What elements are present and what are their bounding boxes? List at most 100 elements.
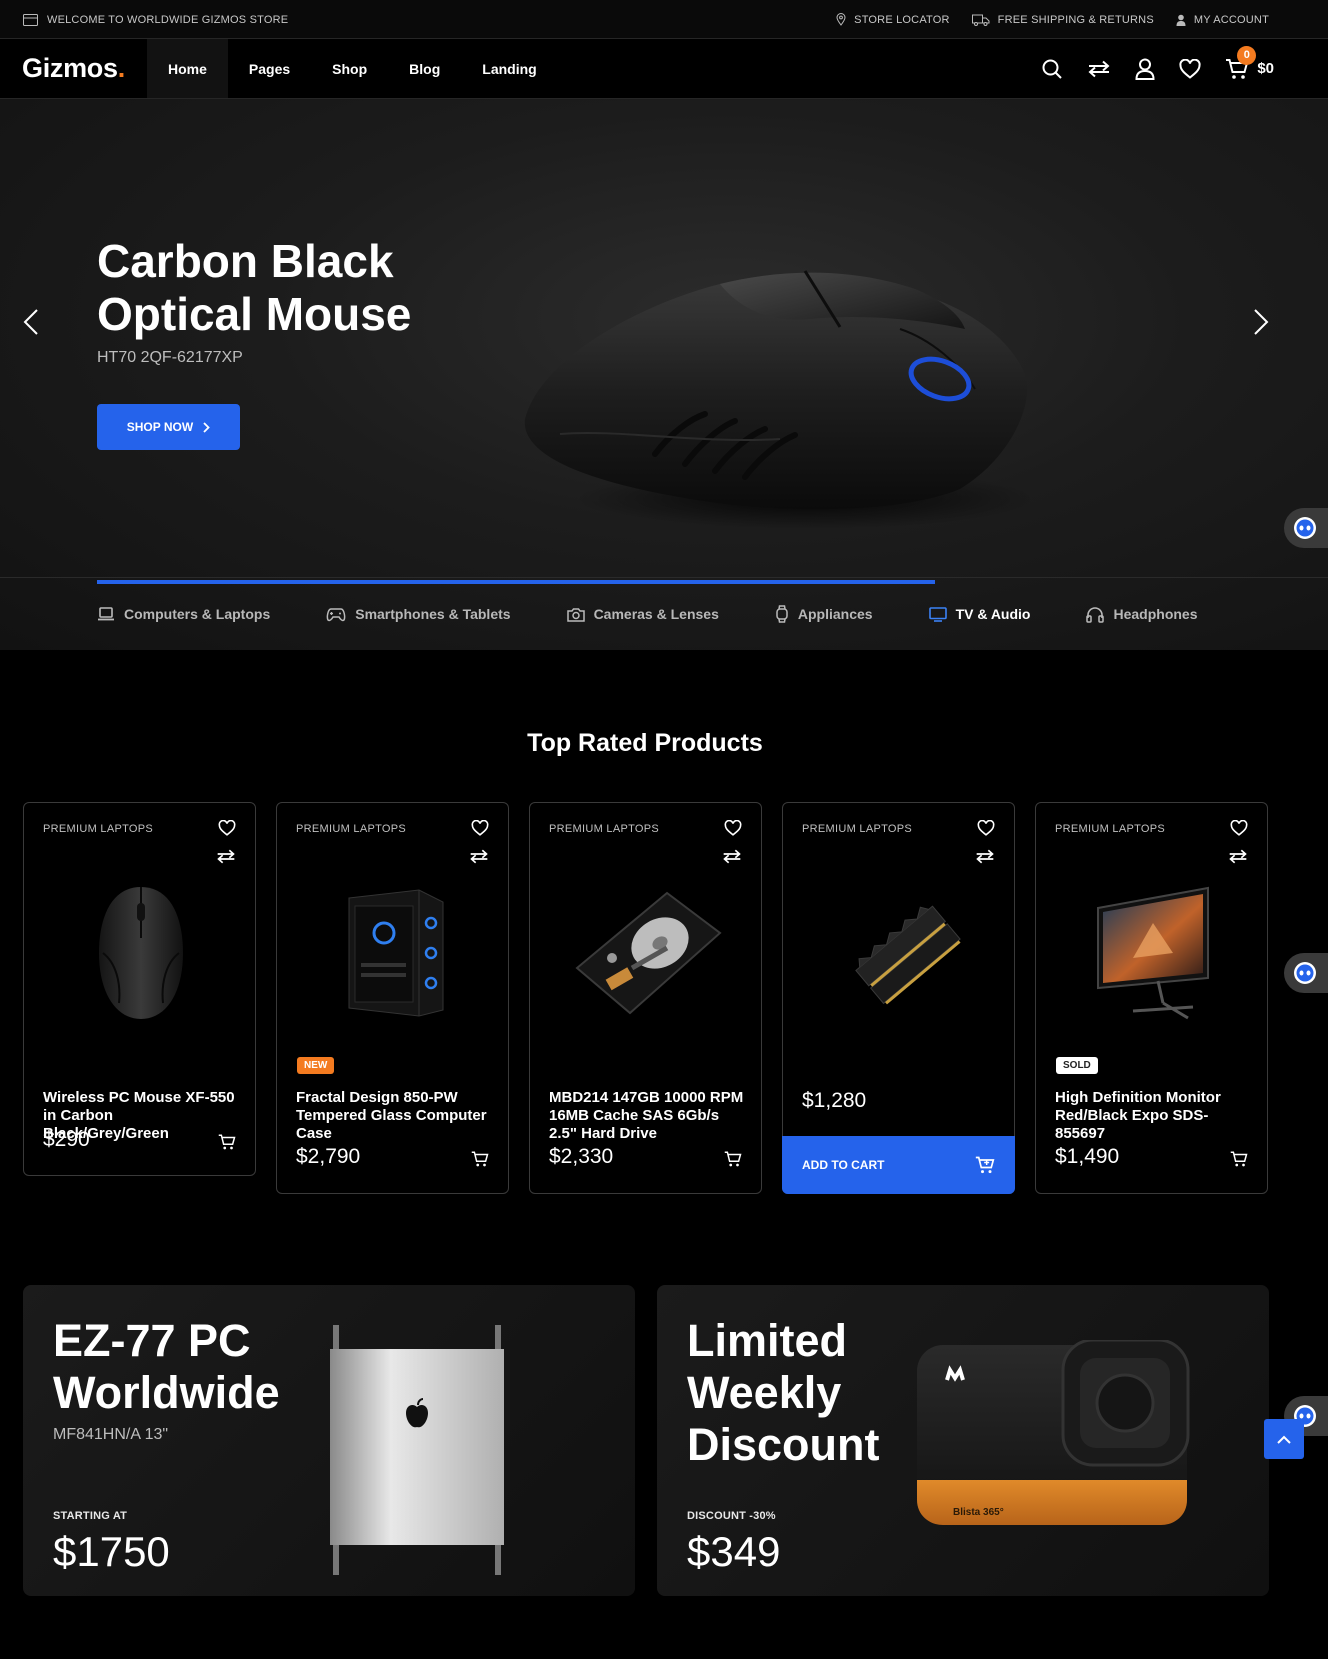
shop-now-button[interactable]: SHOP NOW [97, 404, 240, 450]
my-account-link[interactable]: MY ACCOUNT [1176, 14, 1269, 26]
product-card[interactable]: PREMIUM LAPTOPS MBD214 147GB 10000 RPM 1… [529, 802, 762, 1194]
add-to-cart-button[interactable]: ADD TO CART [782, 1136, 1015, 1194]
hero-slider: Carbon Black Optical Mouse HT70 2QF-6217… [0, 99, 1328, 650]
chevron-right-icon [203, 421, 210, 433]
compare-icon[interactable] [469, 849, 489, 864]
product-category: PREMIUM LAPTOPS [296, 823, 407, 835]
heart-icon[interactable] [1179, 58, 1201, 79]
nav-pages[interactable]: Pages [228, 39, 311, 98]
chat-bot-button[interactable] [1284, 953, 1328, 993]
promo-banner-discount[interactable]: Limited Weekly Discount DISCOUNT -30% $3… [657, 1285, 1269, 1596]
cart-plus-icon [975, 1155, 995, 1175]
camera-brand-text: Blista 365° [953, 1507, 1004, 1518]
shipping-link[interactable]: FREE SHIPPING & RETURNS [971, 13, 1154, 26]
banner-title: Limited Weekly Discount [687, 1315, 880, 1470]
product-card[interactable]: PREMIUM LAPTOPS Wireless PC Mouse XF-550… [23, 802, 256, 1176]
truck-icon [971, 14, 990, 26]
search-icon[interactable] [1041, 58, 1063, 80]
header-cart[interactable]: 0 $0 [1225, 45, 1274, 80]
category-label: Computers & Laptops [124, 606, 271, 622]
product-card[interactable]: PREMIUM LAPTOPS SOLD High Definition Mon… [1035, 802, 1268, 1194]
prev-slide-button[interactable] [16, 304, 46, 340]
tv-icon [928, 606, 947, 622]
account-icon[interactable] [1135, 58, 1155, 80]
product-name[interactable]: MBD214 147GB 10000 RPM 16MB Cache SAS 6G… [549, 1089, 749, 1143]
add-to-cart-icon[interactable] [471, 1150, 489, 1168]
section-title: Top Rated Products [527, 729, 763, 757]
compare-icon[interactable] [975, 849, 995, 864]
store-locator-label: STORE LOCATOR [854, 13, 950, 26]
category-headphones[interactable]: Headphones [1086, 606, 1198, 623]
product-card[interactable]: PREMIUM LAPTOPS NEW Fractal Design 850-P… [276, 802, 509, 1194]
promo-banner-pc[interactable]: EZ-77 PC Worldwide MF841HN/A 13" STARTIN… [23, 1285, 635, 1596]
category-computers[interactable]: Computers & Laptops [97, 606, 270, 622]
logo[interactable]: Gizmos. [22, 53, 125, 84]
wishlist-icon[interactable] [471, 820, 489, 836]
welcome-text: WELCOME TO WORLDWIDE GIZMOS STORE [47, 13, 289, 26]
add-to-cart-icon[interactable] [1230, 1150, 1248, 1168]
shipping-label: FREE SHIPPING & RETURNS [997, 13, 1154, 26]
banner-price: $1750 [53, 1528, 170, 1575]
wishlist-icon[interactable] [218, 820, 236, 836]
compare-icon[interactable] [216, 849, 236, 864]
banner-price-label: DISCOUNT -30% [687, 1510, 776, 1522]
logo-dot: . [117, 53, 126, 83]
banner-price: $349 [687, 1528, 781, 1575]
camera-icon [566, 607, 585, 622]
add-to-cart-label: ADD TO CART [802, 1158, 885, 1172]
shop-now-label: SHOP NOW [126, 420, 194, 434]
nav-landing[interactable]: Landing [461, 39, 557, 98]
product-category: PREMIUM LAPTOPS [549, 823, 660, 835]
nav-blog[interactable]: Blog [388, 39, 461, 98]
product-image[interactable] [24, 883, 257, 1023]
category-label: Headphones [1113, 606, 1198, 622]
wishlist-icon[interactable] [1230, 820, 1248, 836]
top-bar: WELCOME TO WORLDWIDE GIZMOS STORE STORE … [0, 0, 1328, 39]
compare-icon[interactable] [1228, 849, 1248, 864]
compare-icon[interactable] [1087, 60, 1111, 78]
next-slide-button[interactable] [1246, 304, 1276, 340]
sold-badge: SOLD [1056, 1057, 1098, 1074]
wishlist-icon[interactable] [724, 820, 742, 836]
category-label: Cameras & Lenses [593, 606, 719, 622]
main-header: Gizmos. Home Pages Shop Blog Landing 0 $… [0, 39, 1328, 99]
product-category: PREMIUM LAPTOPS [802, 823, 913, 835]
product-grid: PREMIUM LAPTOPS Wireless PC Mouse XF-550… [23, 802, 1268, 1194]
mac-pro-image [318, 1325, 518, 1575]
card-icon [23, 13, 38, 26]
category-appliances[interactable]: Appliances [775, 605, 873, 623]
category-smartphones[interactable]: Smartphones & Tablets [326, 606, 511, 622]
product-image[interactable] [530, 883, 763, 1023]
category-label: Appliances [797, 606, 873, 622]
chat-bot-button[interactable] [1284, 508, 1328, 548]
hero-subtitle: HT70 2QF-62177XP [97, 349, 243, 366]
laptop-icon [97, 607, 115, 621]
compare-icon[interactable] [722, 849, 742, 864]
product-image[interactable] [277, 883, 510, 1023]
store-locator-link[interactable]: STORE LOCATOR [836, 13, 950, 26]
headphones-icon [1086, 606, 1105, 623]
banner-subtitle: MF841HN/A 13" [53, 1426, 169, 1443]
product-price: $1,280 [802, 1089, 867, 1112]
hero-title: Carbon Black Optical Mouse [97, 235, 412, 340]
category-tv-audio[interactable]: TV & Audio [928, 606, 1031, 622]
product-category: PREMIUM LAPTOPS [43, 823, 154, 835]
product-name[interactable]: High Definition Monitor Red/Black Expo S… [1055, 1089, 1255, 1143]
product-name[interactable]: Fractal Design 850-PW Tempered Glass Com… [296, 1089, 496, 1143]
gamepad-icon [326, 607, 346, 622]
product-image[interactable] [1036, 883, 1269, 1023]
category-cameras[interactable]: Cameras & Lenses [566, 606, 719, 622]
category-label: TV & Audio [955, 606, 1031, 622]
wishlist-icon[interactable] [977, 820, 995, 836]
product-card[interactable]: PREMIUM LAPTOPS $1,280 ADD TO CART [782, 802, 1015, 1194]
new-badge: NEW [297, 1057, 335, 1074]
bot-icon [1293, 516, 1317, 540]
scroll-to-top-button[interactable] [1264, 1419, 1304, 1459]
slider-progress-bar [97, 580, 935, 584]
nav-shop[interactable]: Shop [311, 39, 388, 98]
product-price: $290 [43, 1128, 90, 1151]
add-to-cart-icon[interactable] [218, 1133, 236, 1151]
product-image[interactable] [783, 883, 1016, 1023]
add-to-cart-icon[interactable] [724, 1150, 742, 1168]
nav-home[interactable]: Home [147, 39, 228, 98]
